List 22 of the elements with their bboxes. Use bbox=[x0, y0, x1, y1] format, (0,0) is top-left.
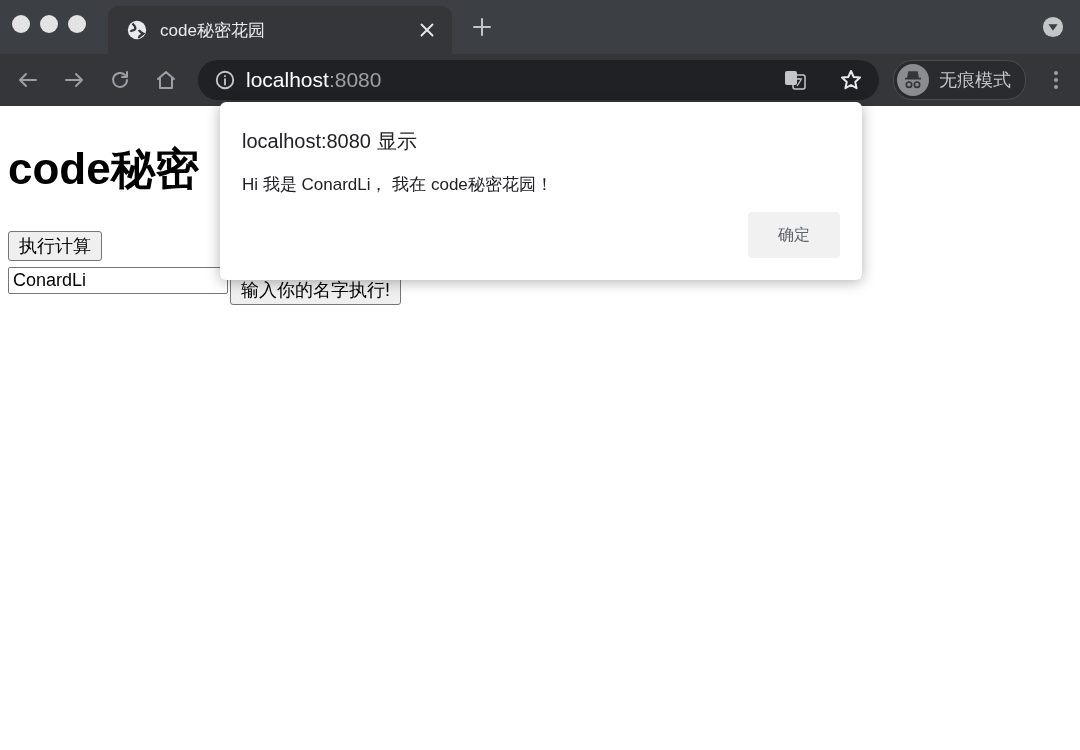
dropdown-icon[interactable] bbox=[1042, 16, 1064, 38]
name-field[interactable]: ConardLi bbox=[8, 266, 228, 294]
dialog-title: localhost:8080 显示 bbox=[242, 129, 418, 154]
incognito-badge[interactable]: 无痕模式 bbox=[893, 60, 1026, 100]
dialog-message: Hi 我是 ConardLi， 我在 code秘密花园！ bbox=[242, 174, 554, 196]
incognito-label: 无痕模式 bbox=[939, 69, 1011, 92]
address-text[interactable]: localhost:8080 bbox=[246, 68, 382, 92]
zoom-window-icon[interactable] bbox=[68, 15, 86, 33]
ok-button[interactable]: 确定 bbox=[748, 212, 840, 258]
star-icon[interactable] bbox=[839, 68, 863, 92]
info-icon bbox=[214, 69, 236, 91]
home-icon[interactable] bbox=[154, 68, 178, 92]
new-tab-icon[interactable] bbox=[470, 15, 494, 39]
page-heading: code秘密 bbox=[8, 143, 199, 195]
incognito-icon bbox=[897, 64, 929, 96]
browser-tab[interactable]: code秘密花园 bbox=[108, 6, 452, 54]
tab-title: code秘密花园 bbox=[160, 19, 266, 42]
close-window-icon[interactable] bbox=[12, 15, 30, 33]
translate-icon[interactable] bbox=[783, 68, 807, 92]
minimize-window-icon[interactable] bbox=[40, 15, 58, 33]
calculate-button[interactable]: 执行计算 bbox=[8, 230, 102, 261]
globe-icon bbox=[126, 19, 148, 41]
